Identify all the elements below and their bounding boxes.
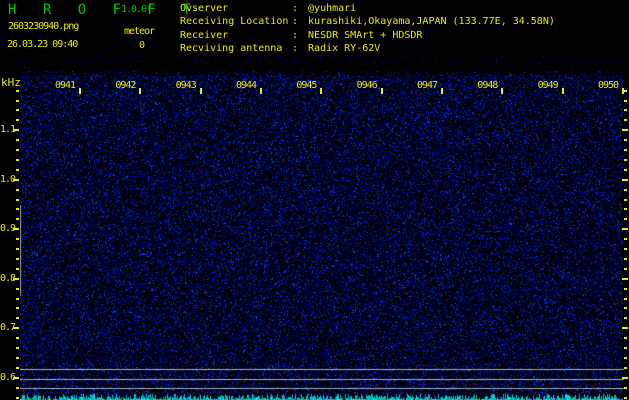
freq-major-tick-left	[13, 278, 19, 280]
info-row: Recviving antenna: Radix RY-62V	[180, 42, 555, 55]
freq-minor-tick-left	[16, 159, 19, 161]
freq-minor-tick-left	[16, 268, 19, 270]
freq-minor-tick-left	[16, 298, 19, 300]
frequency-axis-unit: kHz	[1, 76, 21, 89]
freq-tick-label: 0.6	[0, 373, 14, 383]
freq-tick-label: 0.7	[0, 323, 14, 333]
info-separator: :	[292, 16, 298, 27]
freq-minor-tick-left	[16, 238, 19, 240]
info-row: Receiver: NESDR SMArt + HDSDR	[180, 29, 555, 42]
app-version: 1.0.0f	[121, 4, 151, 15]
freq-minor-tick-left	[16, 258, 19, 260]
spectrogram-canvas	[20, 55, 629, 400]
freq-minor-tick-left	[16, 317, 19, 319]
info-value: kurashiki,Okayama,JAPAN (133.77E, 34.58N…	[308, 16, 555, 27]
freq-major-tick-left	[13, 327, 19, 329]
freq-minor-tick-left	[16, 397, 19, 399]
info-row: Receiving Location: kurashiki,Okayama,JAP…	[180, 15, 555, 28]
freq-tick-label: 1.1	[0, 125, 14, 135]
freq-minor-tick-left	[16, 288, 19, 290]
meteor-counter-label: meteor	[124, 26, 154, 37]
freq-minor-tick-left	[16, 347, 19, 349]
info-value: Radix RY-62V	[308, 43, 380, 54]
freq-minor-tick-left	[16, 357, 19, 359]
info-separator: :	[292, 30, 298, 41]
observer-info-table: Ovserver: @yuhmari Receiving Location: kura…	[180, 2, 555, 56]
freq-minor-tick-left	[16, 387, 19, 389]
freq-minor-tick-left	[16, 139, 19, 141]
freq-minor-tick-left	[16, 119, 19, 121]
info-separator: :	[292, 43, 298, 54]
info-row: Ovserver: @yuhmari	[180, 2, 555, 15]
freq-minor-tick-left	[16, 337, 19, 339]
freq-major-tick-left	[13, 377, 19, 379]
observation-datetime: 26.03.23 09:40	[7, 39, 77, 50]
freq-tick-label: 0.9	[0, 224, 14, 234]
meteor-counter-value: 0	[139, 40, 144, 51]
freq-major-tick-left	[13, 129, 19, 131]
freq-minor-tick-left	[16, 90, 19, 92]
info-value: NESDR SMArt + HDSDR	[308, 30, 422, 41]
app-title: H R O F F T	[8, 2, 200, 18]
info-separator: :	[292, 3, 298, 14]
freq-tick-label: 0.8	[0, 274, 14, 284]
info-label: Receiver	[180, 29, 292, 42]
freq-minor-tick-left	[16, 109, 19, 111]
info-label: Recviving antenna	[180, 42, 292, 55]
info-label: Ovserver	[180, 2, 292, 15]
freq-minor-tick-left	[16, 100, 19, 102]
freq-minor-tick-left	[16, 248, 19, 250]
freq-minor-tick-left	[16, 199, 19, 201]
freq-tick-label: 1.0	[0, 175, 14, 185]
freq-minor-tick-left	[16, 189, 19, 191]
freq-minor-tick-left	[16, 169, 19, 171]
freq-minor-tick-left	[16, 149, 19, 151]
freq-minor-tick-left	[16, 208, 19, 210]
freq-minor-tick-left	[16, 367, 19, 369]
info-label: Receiving Location	[180, 15, 292, 28]
freq-major-tick-left	[13, 228, 19, 230]
freq-minor-tick-left	[16, 307, 19, 309]
freq-minor-tick-left	[16, 218, 19, 220]
hrofft-window: H R O F F T 1.0.0f 2603230940.png meteor…	[0, 0, 629, 400]
freq-major-tick-left	[13, 179, 19, 181]
info-value: @yuhmari	[308, 3, 356, 14]
output-filename: 2603230940.png	[8, 21, 78, 32]
